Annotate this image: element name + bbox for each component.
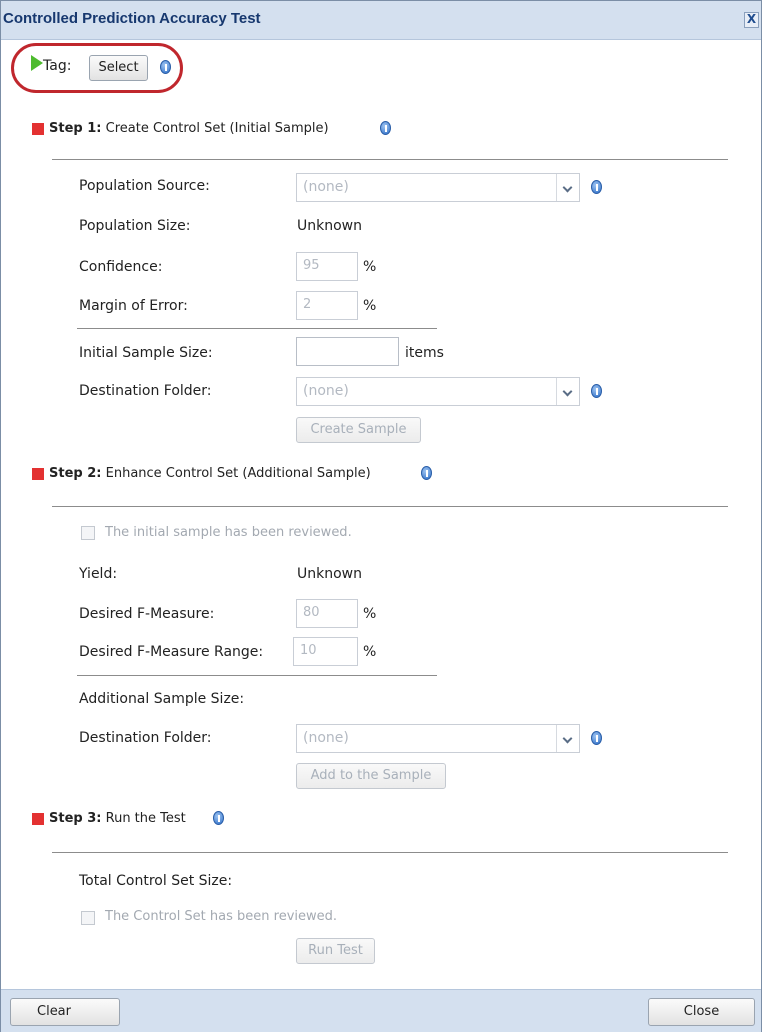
step2-title: Enhance Control Set (Additional Sample) [105, 466, 371, 481]
f-measure-range-label: Desired F-Measure Range: [79, 644, 264, 660]
create-sample-button[interactable]: Create Sample [296, 417, 421, 443]
step3-prefix: Step 3: [49, 811, 102, 826]
step3-marker [32, 813, 44, 825]
control-set-reviewed-label: The Control Set has been reviewed. [105, 909, 338, 924]
step1-sub-divider [77, 328, 437, 329]
initial-sample-size-unit: items [405, 345, 444, 361]
confidence-input[interactable]: 95 [296, 252, 358, 281]
additional-sample-size-label: Additional Sample Size: [79, 691, 245, 707]
chevron-down-icon[interactable] [556, 378, 579, 405]
play-icon [31, 55, 43, 71]
margin-of-error-label: Margin of Error: [79, 298, 188, 314]
destination-folder-value-2: (none) [303, 730, 349, 746]
confidence-label: Confidence: [79, 259, 163, 275]
step1-divider [52, 159, 728, 160]
desired-f-measure-unit: % [363, 606, 377, 622]
close-icon[interactable]: X [744, 12, 759, 28]
add-to-sample-button[interactable]: Add to the Sample [296, 763, 446, 789]
confidence-unit: % [363, 259, 377, 275]
control-set-reviewed-checkbox[interactable] [81, 911, 95, 925]
tag-info-icon[interactable] [160, 60, 171, 74]
step1-marker [32, 123, 44, 135]
step3-divider [52, 852, 728, 853]
destination-folder-info-icon[interactable] [591, 384, 602, 398]
step1-prefix: Step 1: [49, 121, 102, 136]
margin-of-error-input[interactable]: 2 [296, 291, 358, 320]
f-measure-range-unit: % [363, 644, 377, 660]
run-test-button[interactable]: Run Test [296, 938, 375, 964]
prediction-test-dialog: Controlled Prediction Accuracy Test X Ta… [0, 0, 762, 1032]
step2-divider [52, 506, 728, 507]
step3-info-icon[interactable] [213, 811, 224, 825]
yield-value: Unknown [297, 566, 362, 582]
step2-info-icon[interactable] [421, 466, 432, 480]
population-size-value: Unknown [297, 218, 362, 234]
tag-label: Tag: [43, 58, 72, 74]
destination-folder-2-info-icon[interactable] [591, 731, 602, 745]
population-source-info-icon[interactable] [591, 180, 602, 194]
close-button[interactable]: Close [648, 998, 755, 1026]
margin-of-error-unit: % [363, 298, 377, 314]
step2-marker [32, 468, 44, 480]
initial-sample-size-label: Initial Sample Size: [79, 345, 213, 361]
step2-sub-divider [77, 675, 437, 676]
initial-sample-reviewed-checkbox[interactable] [81, 526, 95, 540]
destination-folder-label: Destination Folder: [79, 383, 212, 399]
desired-f-measure-label: Desired F-Measure: [79, 606, 215, 622]
chevron-down-icon[interactable] [556, 174, 579, 201]
initial-sample-reviewed-label: The initial sample has been reviewed. [105, 525, 352, 540]
destination-folder-label-2: Destination Folder: [79, 730, 212, 746]
population-source-value: (none) [303, 179, 349, 195]
step2-prefix: Step 2: [49, 466, 102, 481]
title-bar: Controlled Prediction Accuracy Test X [1, 1, 761, 40]
destination-folder-select-2[interactable]: (none) [296, 724, 580, 753]
desired-f-measure-input[interactable]: 80 [296, 599, 358, 628]
initial-sample-size-input[interactable] [296, 337, 399, 366]
destination-folder-value: (none) [303, 383, 349, 399]
chevron-down-icon[interactable] [556, 725, 579, 752]
population-size-label: Population Size: [79, 218, 191, 234]
step1-title: Create Control Set (Initial Sample) [105, 121, 329, 136]
dialog-footer: Clear Close [1, 989, 761, 1032]
yield-label: Yield: [79, 566, 118, 582]
population-source-select[interactable]: (none) [296, 173, 580, 202]
clear-button[interactable]: Clear [10, 998, 120, 1026]
step3-title: Run the Test [105, 811, 186, 826]
f-measure-range-input[interactable]: 10 [293, 637, 358, 666]
destination-folder-select[interactable]: (none) [296, 377, 580, 406]
total-control-set-size-label: Total Control Set Size: [79, 873, 233, 889]
tag-select-button[interactable]: Select [89, 55, 148, 81]
step1-info-icon[interactable] [380, 121, 391, 135]
population-source-label: Population Source: [79, 178, 210, 194]
dialog-title: Controlled Prediction Accuracy Test [3, 10, 261, 27]
